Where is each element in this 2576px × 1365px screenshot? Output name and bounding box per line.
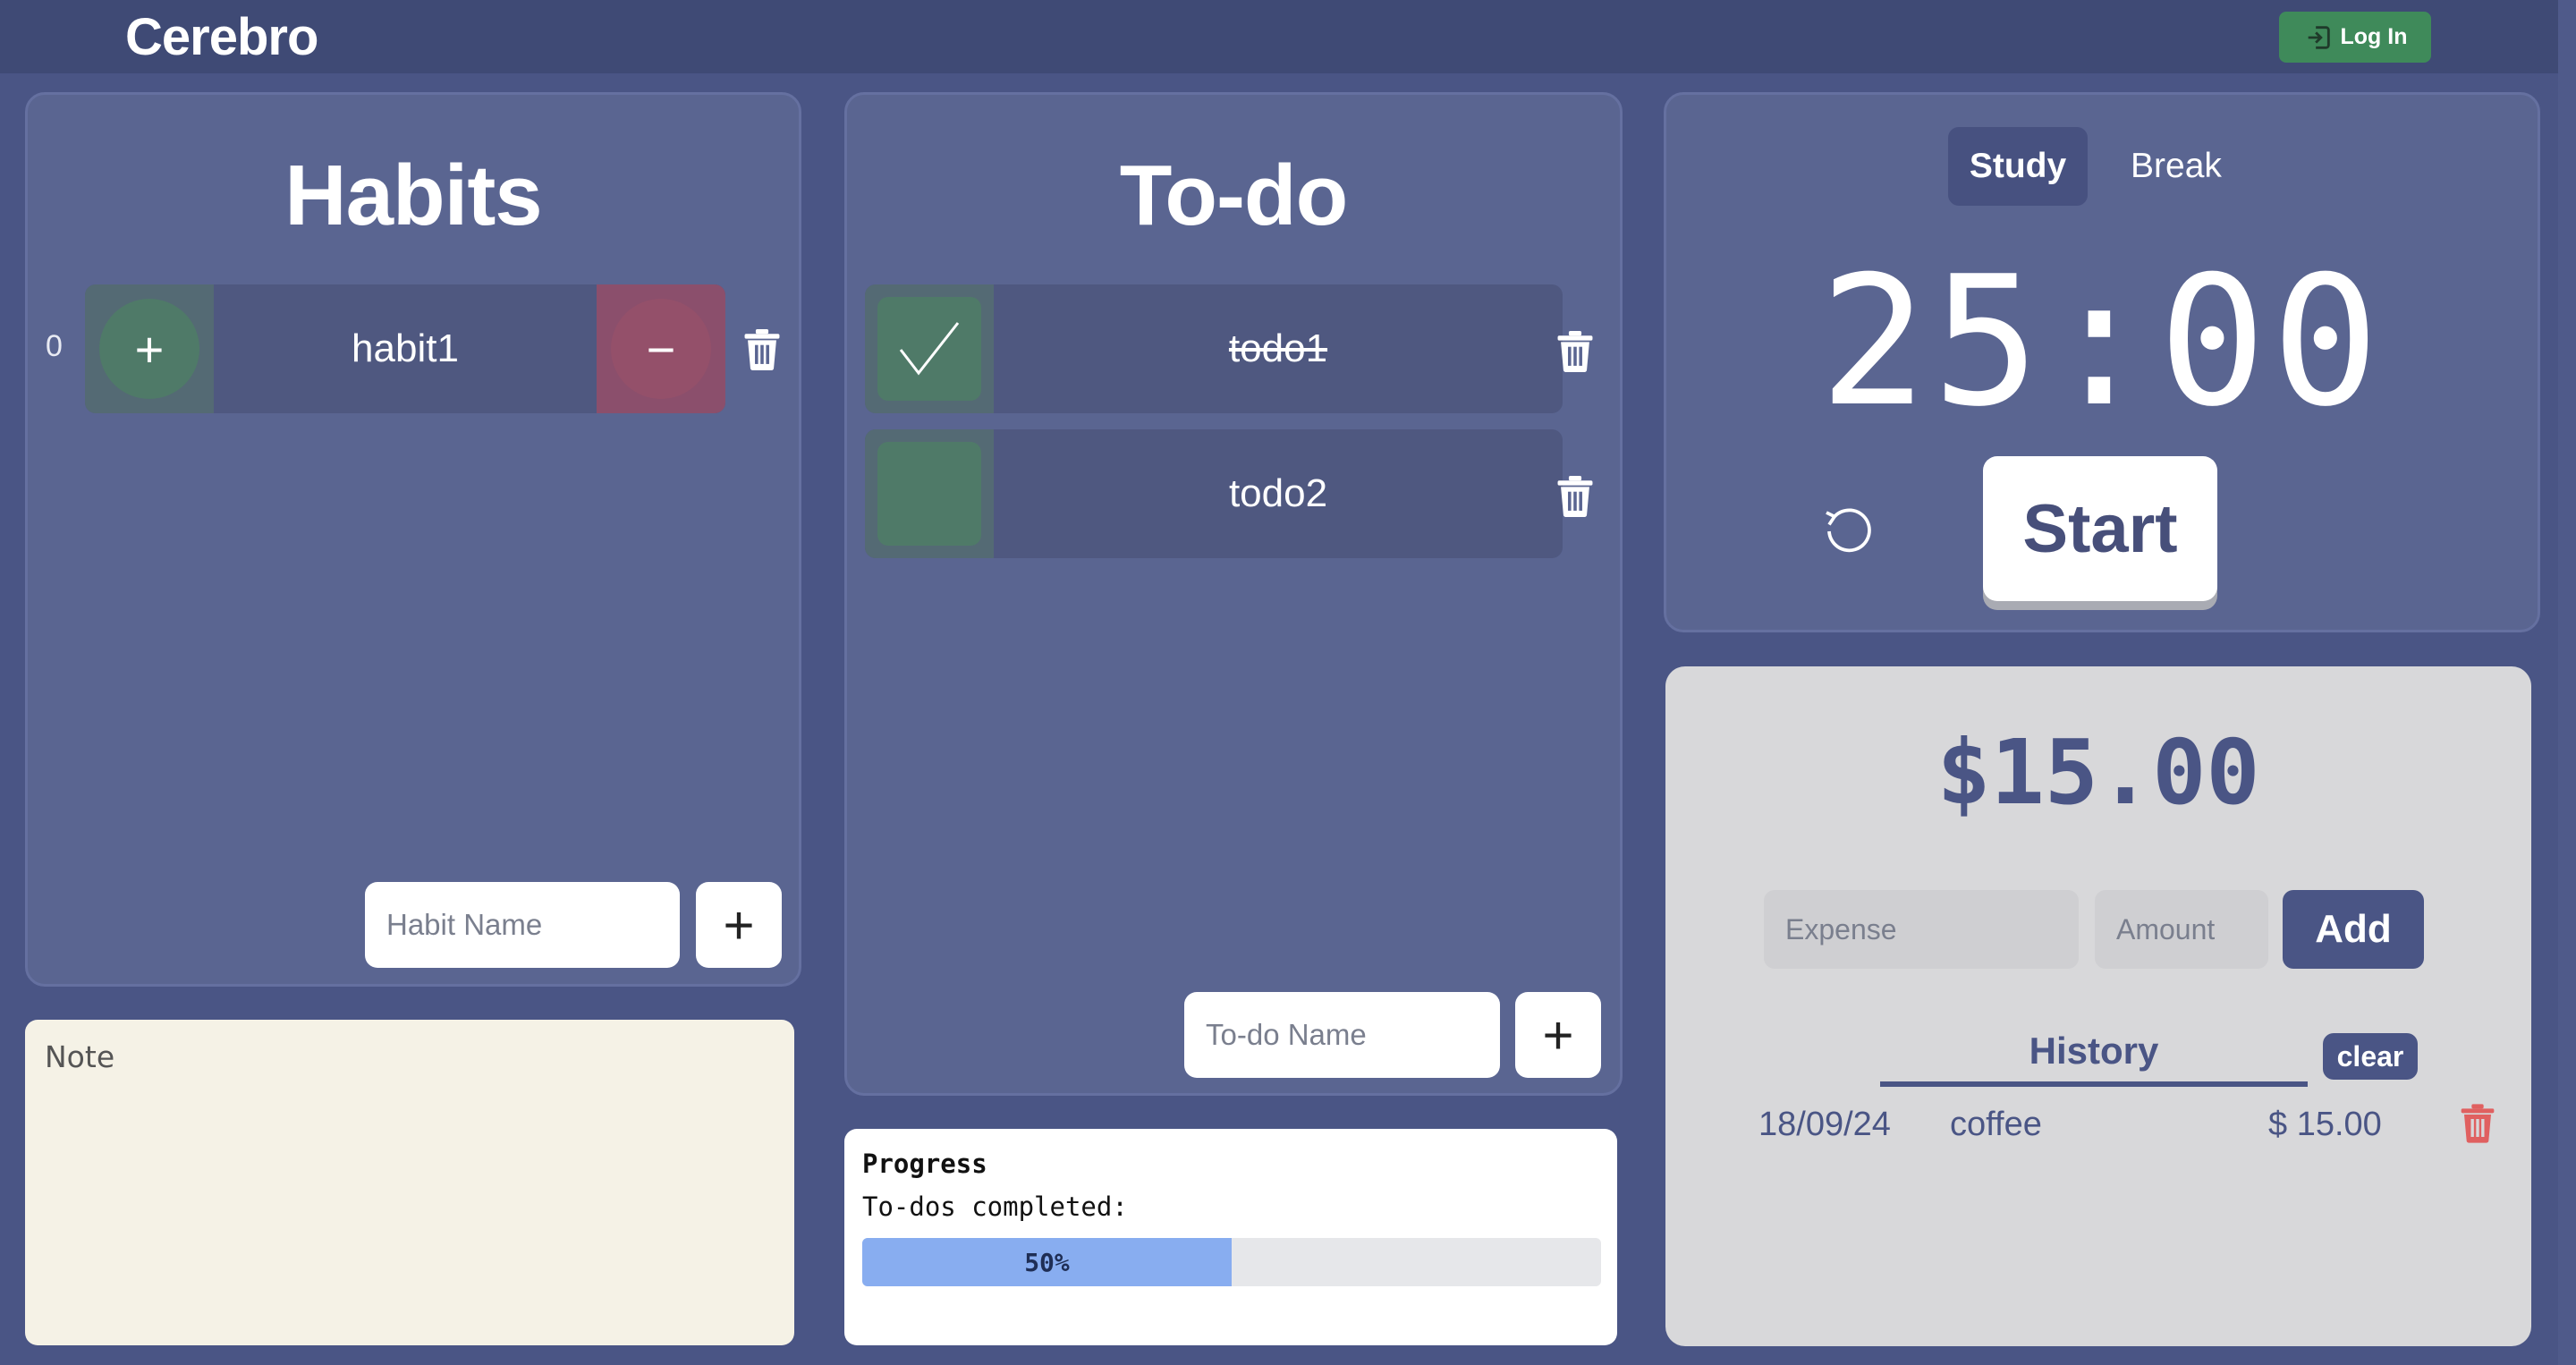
todo-item: todo2 bbox=[865, 429, 1563, 558]
habit-name-input[interactable]: Habit Name bbox=[365, 882, 680, 968]
todo-panel: To-do todo1 todo2 To-do Name + bbox=[844, 92, 1623, 1096]
todo-name-input[interactable]: To-do Name bbox=[1184, 992, 1500, 1078]
tab-study[interactable]: Study bbox=[1948, 127, 2088, 206]
habit-name: habit1 bbox=[352, 326, 459, 370]
top-bar: Cerebro Log In bbox=[0, 0, 2576, 73]
add-habit-button[interactable]: + bbox=[696, 882, 782, 968]
habit-count: 0 bbox=[46, 329, 63, 363]
habit-delete-icon[interactable] bbox=[742, 329, 782, 370]
progress-fill: 50% bbox=[862, 1238, 1232, 1286]
history-name: coffee bbox=[1950, 1106, 2042, 1143]
habit-bar: + habit1 − bbox=[85, 284, 725, 413]
pomodoro-panel: Study Break 25:00 Start bbox=[1664, 92, 2540, 632]
todo-checkbox[interactable] bbox=[877, 442, 981, 546]
progress-title: Progress bbox=[862, 1149, 987, 1179]
note-textarea[interactable]: Note bbox=[25, 1020, 794, 1345]
todo-delete-icon[interactable] bbox=[1555, 331, 1595, 372]
page-scrollbar[interactable] bbox=[2558, 0, 2576, 1365]
progress-track: 50% bbox=[862, 1238, 1601, 1286]
todo-check-zone bbox=[865, 284, 994, 413]
todo-title: To-do bbox=[1119, 148, 1348, 243]
app-title: Cerebro bbox=[125, 8, 318, 66]
habit-plus-zone: + bbox=[85, 284, 214, 413]
history-amount: $ 15.00 bbox=[2268, 1106, 2382, 1143]
expense-name-input[interactable]: Expense bbox=[1764, 890, 2079, 969]
progress-card: Progress To-dos completed: 50% bbox=[844, 1129, 1617, 1345]
habit-decrement-button[interactable]: − bbox=[611, 299, 711, 399]
reset-icon[interactable] bbox=[1821, 504, 1875, 558]
todo-name: todo1 bbox=[1228, 326, 1328, 370]
habits-panel: Habits 0 + habit1 − Habit Name + bbox=[25, 92, 801, 987]
todo-check-zone bbox=[865, 429, 994, 558]
expenses-panel: $15.00 Expense Amount Add History clear … bbox=[1665, 666, 2531, 1346]
todo-item: todo1 bbox=[865, 284, 1563, 413]
add-todo-button[interactable]: + bbox=[1515, 992, 1601, 1078]
habit-increment-button[interactable]: + bbox=[99, 299, 199, 399]
expense-amount-input[interactable]: Amount bbox=[2095, 890, 2268, 969]
history-title: History bbox=[1880, 1030, 2308, 1087]
habit-minus-zone: − bbox=[597, 284, 725, 413]
add-expense-button[interactable]: Add bbox=[2283, 890, 2424, 969]
todo-checkbox-checked[interactable] bbox=[877, 297, 981, 401]
login-label: Log In bbox=[2340, 24, 2408, 49]
history-date: 18/09/24 bbox=[1758, 1106, 1891, 1143]
progress-label: To-dos completed: bbox=[862, 1191, 1128, 1222]
login-button[interactable]: Log In bbox=[2279, 12, 2431, 63]
clear-history-button[interactable]: clear bbox=[2323, 1033, 2418, 1080]
login-icon bbox=[2308, 25, 2330, 49]
tab-break[interactable]: Break bbox=[2118, 127, 2234, 206]
todo-name: todo2 bbox=[1228, 471, 1328, 515]
start-button[interactable]: Start bbox=[1983, 456, 2217, 601]
checkmark-icon bbox=[899, 322, 960, 376]
todo-delete-icon[interactable] bbox=[1555, 476, 1595, 517]
habits-title: Habits bbox=[284, 148, 542, 243]
timer-display: 25:00 bbox=[1818, 238, 2385, 446]
history-row: 18/09/24 coffee $ 15.00 bbox=[1665, 1100, 2531, 1154]
expense-total: $15.00 bbox=[1936, 720, 2260, 825]
habit-row: 0 + habit1 − bbox=[46, 284, 782, 413]
history-delete-icon[interactable] bbox=[2460, 1104, 2496, 1143]
